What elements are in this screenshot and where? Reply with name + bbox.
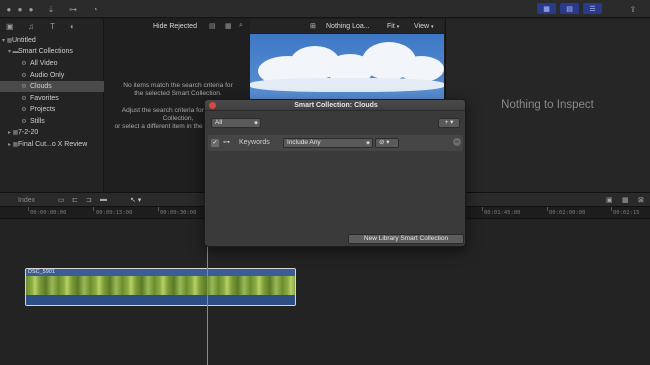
library-item-label: 7-2-20 <box>18 129 39 136</box>
window-controls[interactable]: ● ● ● <box>6 4 36 14</box>
chevron-down-icon: ▾ <box>431 24 434 30</box>
ruler-tick-label: 00:00:30:00 <box>160 210 197 216</box>
viewer-title: Nothing Loa... <box>326 23 370 30</box>
view-menu[interactable]: View ▾ <box>414 23 434 30</box>
view-label: View <box>414 23 430 30</box>
overwrite-clip-icon[interactable]: ▬ <box>100 196 107 203</box>
browser-empty-line: No items match the search criteria for <box>123 82 233 89</box>
library-item-smart-collections[interactable]: ▾ ▬Smart Collections <box>0 46 104 57</box>
insert-clip-icon[interactable]: ⊏ <box>72 196 78 204</box>
zoom-fit-menu[interactable]: Fit ▾ <box>387 23 399 30</box>
close-icon[interactable] <box>209 102 216 109</box>
background-tasks-icon[interactable]: ◔ <box>90 4 100 14</box>
smart-collection-icon: ⚙ <box>21 107 27 113</box>
photos-audio-icon[interactable]: ♫ <box>28 21 34 31</box>
library-item-projects[interactable]: ⚙ Projects <box>0 104 104 115</box>
library-icon[interactable]: ▣ <box>6 21 14 31</box>
clip-filmstrip <box>26 276 295 295</box>
share-icon[interactable]: ⇪ <box>628 4 638 14</box>
layout-timeline-icon[interactable]: ▤ <box>560 3 579 14</box>
library-icon: ▸ ▦ <box>8 142 19 148</box>
dialog-title: Smart Collection: Clouds <box>205 100 465 111</box>
event-icon: ▸ ▦ <box>8 130 19 136</box>
keyword-icon[interactable]: ⊶ <box>66 4 80 14</box>
libraries-sidebar: ▣ ♫ T ◐ ▾ ▦Untitled ▾ ▬Smart Collections… <box>0 19 104 192</box>
library-item-label: Final Cut...o X Review <box>18 141 88 148</box>
generators-icon[interactable]: ◐ <box>70 21 75 31</box>
chevron-down-icon: ▾ <box>396 24 400 30</box>
clip-name-label: DSC_5901 <box>26 269 295 276</box>
smart-collection-icon: ⚙ <box>21 84 27 90</box>
library-item-label: Smart Collections <box>18 48 73 55</box>
library-item-label: Stills <box>30 118 45 125</box>
new-library-smart-collection-button[interactable]: New Library Smart Collection <box>348 234 464 244</box>
ruler-tick-label: 00:00:15:00 <box>96 210 133 216</box>
transitions-browser-icon[interactable]: ⊠ <box>638 196 644 204</box>
library-item-label: Favorites <box>30 95 59 102</box>
library-item-stills[interactable]: ⚙ Stills <box>0 116 104 127</box>
timeline-clip[interactable]: DSC_5901 <box>25 268 296 306</box>
ruler-tick-label: 00:01:45:00 <box>484 210 521 216</box>
library-item-audio-only[interactable]: ⚙ Audio Only <box>0 70 104 81</box>
folder-icon: ▾ ▬ <box>8 49 19 55</box>
remove-rule-icon[interactable]: – <box>453 138 461 146</box>
browser-header: Hide Rejected ▤ ▦ ⌕ <box>105 19 249 33</box>
clip-appearance-icon[interactable]: ▤ <box>209 22 216 30</box>
library-item-label: Audio Only <box>30 72 65 79</box>
add-rule-button[interactable]: + ▾ <box>438 118 460 128</box>
clip-appearance-icon[interactable]: ▣ <box>606 196 613 204</box>
rule-operator-value: Include Any <box>287 139 321 146</box>
smart-collection-icon: ⚙ <box>21 61 27 67</box>
keyword-tag-icon: ⊘ ▾ <box>379 139 390 146</box>
library-item-all-video[interactable]: ⚙ All Video <box>0 58 104 69</box>
keyword-icon: ⊶ <box>223 139 230 146</box>
match-value: All <box>215 119 223 126</box>
hide-rejected-menu[interactable]: Hide Rejected <box>153 23 197 30</box>
filmstrip-icon[interactable]: ▦ <box>225 22 232 30</box>
layout-inspector-icon[interactable]: ☰ <box>583 3 602 14</box>
keyword-rule-row: ✓ ⊶ Keywords Include Any ◆ ⊘ ▾ – <box>208 135 463 151</box>
timeline-index-button[interactable]: Index <box>18 197 35 204</box>
effects-browser-icon[interactable]: ▦ <box>622 196 629 204</box>
library-item-final-cut-review[interactable]: ▸ ▦Final Cut...o X Review <box>0 139 104 150</box>
chevron-updown-icon: ◆ <box>254 120 258 126</box>
keyword-picker-popup[interactable]: ⊘ ▾ <box>375 138 399 148</box>
rule-label: Keywords <box>239 139 270 146</box>
inspector-empty-text: Nothing to Inspect <box>501 99 594 111</box>
plus-icon: + ▾ <box>444 119 454 126</box>
chevron-updown-icon: ◆ <box>366 140 370 146</box>
library-item-label: Clouds <box>30 83 52 90</box>
viewer-format-icon: ⊞ <box>310 23 316 30</box>
ruler-tick-label: 00:02:15 <box>613 210 640 216</box>
library-item-label: Projects <box>30 106 56 113</box>
layout-browser-icon[interactable]: ▦ <box>537 3 556 14</box>
library-item-favorites[interactable]: ⚙ Favorites <box>0 93 104 104</box>
rule-enabled-checkbox[interactable]: ✓ <box>211 139 219 147</box>
library-item-label: Untitled <box>12 37 36 44</box>
append-clip-icon[interactable]: ⊐ <box>86 196 92 204</box>
ruler-tick-label: 00:00:00:00 <box>30 210 67 216</box>
rule-operator-popup[interactable]: Include Any ◆ <box>283 138 373 148</box>
main-toolbar: ● ● ● ⇣ ⊶ ◔ ▦ ▤ ☰ ⇪ <box>0 0 650 18</box>
viewer-header: ⊞ Nothing Loa... Fit ▾ View ▾ <box>250 19 444 33</box>
library-item-label: All Video <box>30 60 58 67</box>
search-icon[interactable]: ⌕ <box>239 22 243 30</box>
smart-collection-dialog: Smart Collection: Clouds All ◆ + ▾ ✓ ⊶ K… <box>204 99 466 247</box>
import-icon[interactable]: ⇣ <box>46 4 56 14</box>
ruler-tick-label: 00:02:00:00 <box>549 210 586 216</box>
browser-empty-line: the selected Smart Collection. <box>134 90 222 97</box>
zoom-fit-label: Fit <box>387 23 395 30</box>
match-popup[interactable]: All ◆ <box>211 118 261 128</box>
titles-icon[interactable]: T <box>50 21 55 31</box>
select-tool-icon[interactable]: ↖ ▾ <box>130 196 141 204</box>
library-item-event-7-2-20[interactable]: ▸ ▦7-2-20 <box>0 127 104 138</box>
clip-audio-waveform <box>26 295 295 305</box>
library-item-untitled[interactable]: ▾ ▦Untitled <box>0 35 104 46</box>
connect-clip-icon[interactable]: ▭ <box>58 196 65 204</box>
library-item-clouds[interactable]: ⚙ Clouds <box>0 81 104 92</box>
